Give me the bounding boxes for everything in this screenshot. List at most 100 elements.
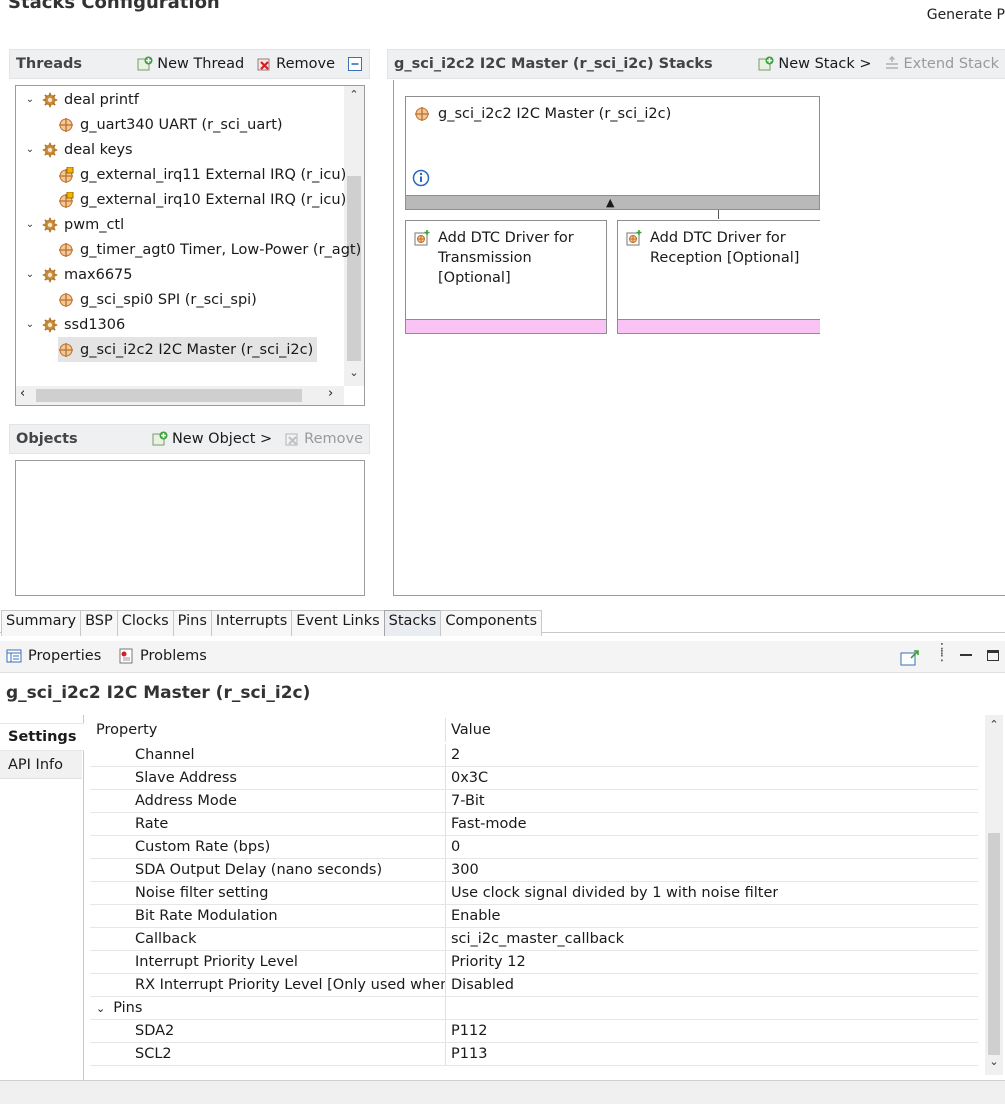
problems-view-tab[interactable]: Problems <box>118 648 207 664</box>
tab-bsp[interactable]: BSP <box>80 610 118 636</box>
property-row[interactable]: Interrupt Priority Level Priority 12 <box>90 951 978 974</box>
properties-title: g_sci_i2c2 I2C Master (r_sci_i2c) <box>6 683 311 703</box>
maximize-icon[interactable] <box>987 650 999 661</box>
property-row[interactable]: Rate Fast-mode <box>90 813 978 836</box>
thread-item[interactable]: ⌄ pwm_ctl <box>22 212 124 237</box>
module-item[interactable]: g_uart340 UART (r_sci_uart) <box>58 112 287 137</box>
value-column-header[interactable]: Value <box>446 722 491 738</box>
property-group-row[interactable]: ⌄ Pins <box>90 997 978 1020</box>
expand-chevron-icon[interactable]: ⌄ <box>22 219 38 230</box>
collapse-all-button[interactable] <box>347 56 363 72</box>
module-item[interactable]: g_external_irq11 External IRQ (r_icu) <box>58 162 350 187</box>
remove-object-button[interactable]: Remove <box>284 431 363 447</box>
module-item[interactable]: g_external_irq10 External IRQ (r_icu) <box>58 187 350 212</box>
property-name: Address Mode <box>90 790 446 812</box>
property-row[interactable]: Noise filter setting Use clock signal div… <box>90 882 978 905</box>
tree-item-label: pwm_ctl <box>64 216 125 233</box>
remove-thread-button[interactable]: Remove <box>256 56 335 72</box>
thread-item[interactable]: ⌄ ssd1306 <box>22 312 125 337</box>
pin-view-icon[interactable] <box>900 649 920 667</box>
property-name: Rate <box>90 813 446 835</box>
scroll-left-arrow[interactable]: ‹ <box>20 386 25 401</box>
info-icon[interactable] <box>412 169 430 187</box>
property-value[interactable]: 0x3C <box>446 770 488 786</box>
property-name-text: Custom Rate (bps) <box>135 839 271 855</box>
collapse-arrow-icon[interactable]: ▲ <box>606 196 614 209</box>
stack-module-dtc-rx[interactable]: Add DTC Driver for Reception [Optional] <box>617 220 820 334</box>
api-info-tab[interactable]: API Info <box>0 751 82 779</box>
thread-item[interactable]: ⌄ max6675 <box>22 262 133 287</box>
editor-tabs: Summary BSP Clocks Pins Interrupts Event Link… <box>1 610 543 636</box>
property-value[interactable]: 7-Bit <box>446 793 485 809</box>
add-stack-icon <box>758 56 774 71</box>
thread-item[interactable]: ⌄ deal printf <box>22 87 139 112</box>
expand-chevron-icon[interactable]: ⌄ <box>22 94 38 105</box>
scroll-thumb[interactable] <box>988 833 1000 1055</box>
property-value[interactable]: sci_i2c_master_callback <box>446 931 624 947</box>
property-row[interactable]: SDA Output Delay (nano seconds) 300 <box>90 859 978 882</box>
property-row[interactable]: RX Interrupt Priority Level [Only used w… <box>90 974 978 997</box>
property-value[interactable]: 300 <box>446 862 479 878</box>
property-row[interactable]: SCL2 P113 <box>90 1043 978 1066</box>
tab-event-links[interactable]: Event Links <box>291 610 385 636</box>
stacks-canvas[interactable]: g_sci_i2c2 I2C Master (r_sci_i2c) ▲ Add … <box>393 80 1005 596</box>
new-stack-button[interactable]: New Stack > <box>758 56 872 72</box>
expand-chevron-icon[interactable]: ⌄ <box>22 319 38 330</box>
view-tabs-bar: Properties Problems ⋮ ⋮ <box>0 641 1005 673</box>
properties-vscrollbar[interactable]: ⌃ ⌄ <box>985 715 1003 1075</box>
property-row[interactable]: Custom Rate (bps) 0 <box>90 836 978 859</box>
threads-tree[interactable]: ⌃ ⌄ ‹ › ⌄ deal printf g_uart340 UART (r_sc… <box>15 85 365 406</box>
module-item[interactable]: g_sci_i2c2 I2C Master (r_sci_i2c) <box>58 337 318 362</box>
tab-components[interactable]: Components <box>440 610 543 636</box>
minimize-icon[interactable] <box>960 654 972 656</box>
new-object-button[interactable]: New Object > <box>152 431 272 447</box>
scroll-up-arrow[interactable]: ⌃ <box>985 718 1003 731</box>
view-menu-icon[interactable]: ⋮ ⋮ <box>935 642 949 663</box>
tab-pins[interactable]: Pins <box>172 610 212 636</box>
generate-project-button[interactable]: Generate P <box>927 7 1005 23</box>
property-row[interactable]: Address Mode 7-Bit <box>90 790 978 813</box>
module-collapse-bar[interactable]: ▲ <box>406 195 819 209</box>
expand-chevron-icon[interactable]: ⌄ <box>22 144 38 155</box>
property-value[interactable]: Use clock signal divided by 1 with noise… <box>446 885 778 901</box>
property-row[interactable]: Callback sci_i2c_master_callback <box>90 928 978 951</box>
threads-hscrollbar[interactable]: ‹ › <box>16 386 344 405</box>
tab-stacks[interactable]: Stacks <box>383 610 442 636</box>
dtc-tx-line-3: [Optional] <box>438 270 511 286</box>
new-thread-button[interactable]: New Thread <box>137 56 244 72</box>
hscroll-thumb[interactable] <box>36 389 302 402</box>
extend-stack-button[interactable]: Extend Stack <box>884 56 999 72</box>
scroll-up-arrow[interactable]: ⌃ <box>344 88 364 101</box>
group-collapse-chevron-icon[interactable]: ⌄ <box>96 1002 105 1015</box>
threads-vscrollbar[interactable]: ⌃ ⌄ <box>344 86 364 386</box>
module-item[interactable]: g_timer_agt0 Timer, Low-Power (r_agt) <box>58 237 364 262</box>
property-row[interactable]: SDA2 P112 <box>90 1020 978 1043</box>
settings-tab[interactable]: Settings <box>0 723 84 751</box>
property-row[interactable]: Channel 2 <box>90 744 978 767</box>
property-value[interactable]: 2 <box>446 747 460 763</box>
tab-summary[interactable]: Summary <box>1 610 82 636</box>
property-value[interactable]: P112 <box>446 1023 487 1039</box>
scroll-right-arrow[interactable]: › <box>328 386 333 401</box>
property-row[interactable]: Slave Address 0x3C <box>90 767 978 790</box>
property-row[interactable]: Bit Rate Modulation Enable <box>90 905 978 928</box>
scroll-down-arrow[interactable]: ⌄ <box>985 1055 1003 1068</box>
stack-module-dtc-tx[interactable]: Add DTC Driver for Transmission [Optiona… <box>405 220 607 334</box>
module-item[interactable]: g_sci_spi0 SPI (r_sci_spi) <box>58 287 261 312</box>
property-value[interactable]: Fast-mode <box>446 816 527 832</box>
tab-interrupts[interactable]: Interrupts <box>210 610 293 636</box>
property-value[interactable]: 0 <box>446 839 460 855</box>
tab-clocks[interactable]: Clocks <box>116 610 174 636</box>
thread-item[interactable]: ⌄ deal keys <box>22 137 133 162</box>
property-value[interactable]: Enable <box>446 908 500 924</box>
property-value[interactable]: Disabled <box>446 977 514 993</box>
property-value[interactable]: Priority 12 <box>446 954 526 970</box>
property-column-header[interactable]: Property <box>90 718 446 742</box>
thread-gear-icon <box>42 142 58 157</box>
stack-module-main[interactable]: g_sci_i2c2 I2C Master (r_sci_i2c) ▲ <box>405 96 820 210</box>
objects-list[interactable] <box>15 460 365 596</box>
properties-view-tab[interactable]: Properties <box>6 648 101 664</box>
scroll-down-arrow[interactable]: ⌄ <box>344 366 364 379</box>
property-value[interactable]: P113 <box>446 1046 487 1062</box>
expand-chevron-icon[interactable]: ⌄ <box>22 269 38 280</box>
